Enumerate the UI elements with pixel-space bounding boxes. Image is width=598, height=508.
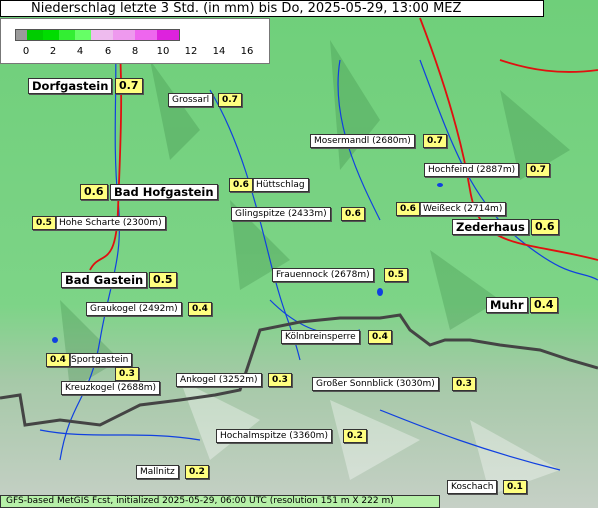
- place-name: Bad Gastein: [61, 272, 148, 288]
- place-name: Koschach: [447, 480, 498, 494]
- place-name: Dorfgastein: [28, 78, 113, 94]
- legend-tick-label: 12: [184, 46, 198, 57]
- legend-swatch: [91, 30, 113, 40]
- precipitation-value: 0.3: [268, 373, 292, 387]
- precipitation-value: 0.6: [341, 207, 365, 221]
- place-name: Sportgastein: [67, 353, 133, 367]
- place-name: Großer Sonnblick (3030m): [312, 377, 439, 391]
- place-name: Hochalmspitze (3360m): [216, 429, 332, 443]
- legend-swatch: [43, 30, 59, 40]
- precipitation-value: 0.5: [149, 272, 177, 288]
- precipitation-value: 0.2: [343, 429, 367, 443]
- legend-tick-label: 6: [104, 46, 112, 57]
- legend-tick-label: 10: [156, 46, 170, 57]
- place-name: Frauennock (2678m): [272, 268, 374, 282]
- place-name: Grossarl: [168, 93, 214, 107]
- legend-swatch: [16, 30, 27, 40]
- legend-swatch: [59, 30, 75, 40]
- map-title: Niederschlag letzte 3 Std. (in mm) bis D…: [0, 0, 544, 17]
- precipitation-value: 0.4: [530, 297, 558, 313]
- precipitation-value: 0.7: [218, 93, 242, 107]
- legend-swatch: [27, 30, 43, 40]
- precipitation-value: 0.3: [115, 367, 139, 381]
- precipitation-value: 0.6: [396, 202, 420, 216]
- legend-tick-label: 0: [22, 46, 30, 57]
- precipitation-legend: 0 2 4 6 8 10 12 14 16: [0, 18, 270, 64]
- legend-color-bar: [15, 29, 180, 41]
- legend-tick-label: 16: [240, 46, 254, 57]
- place-name: Weißeck (2714m): [419, 202, 507, 216]
- precipitation-value: 0.2: [185, 465, 209, 479]
- precipitation-value: 0.5: [32, 216, 56, 230]
- place-name: Zederhaus: [452, 219, 529, 235]
- precipitation-value: 0.6: [531, 219, 559, 235]
- place-name: Mosermandl (2680m): [310, 134, 415, 148]
- precipitation-value: 0.6: [80, 184, 108, 200]
- legend-swatch: [135, 30, 157, 40]
- precipitation-value: 0.4: [46, 353, 70, 367]
- place-name: Hohe Scharte (2300m): [55, 216, 166, 230]
- legend-swatch: [157, 30, 179, 40]
- legend-tick-label: 8: [131, 46, 139, 57]
- place-name: Glingspitze (2433m): [231, 207, 331, 221]
- precipitation-value: 0.4: [188, 302, 212, 316]
- place-name: Graukogel (2492m): [86, 302, 182, 316]
- place-name: Kreuzkogel (2688m): [61, 381, 161, 395]
- precipitation-value: 0.7: [526, 163, 550, 177]
- precipitation-value: 0.1: [503, 480, 527, 494]
- legend-tick-label: 4: [76, 46, 84, 57]
- place-name: Hochfeind (2887m): [424, 163, 520, 177]
- legend-tick-label: 14: [212, 46, 226, 57]
- place-name: Muhr: [486, 297, 528, 313]
- place-name: Bad Hofgastein: [110, 184, 218, 200]
- legend-swatch: [113, 30, 135, 40]
- place-name: Ankogel (3252m): [176, 373, 262, 387]
- precipitation-value: 0.3: [452, 377, 476, 391]
- legend-tick-label: 2: [49, 46, 57, 57]
- precipitation-value: 0.6: [229, 178, 253, 192]
- place-name: Hüttschlag: [252, 178, 309, 192]
- precipitation-value: 0.7: [115, 78, 143, 94]
- place-name: Kölnbreinsperre: [281, 330, 360, 344]
- precipitation-value: 0.4: [368, 330, 392, 344]
- forecast-footer: GFS-based MetGIS Fcst, initialized 2025-…: [0, 495, 440, 508]
- precipitation-value: 0.7: [423, 134, 447, 148]
- legend-swatch: [75, 30, 91, 40]
- precipitation-value: 0.5: [384, 268, 408, 282]
- place-name: Mallnitz: [136, 465, 179, 479]
